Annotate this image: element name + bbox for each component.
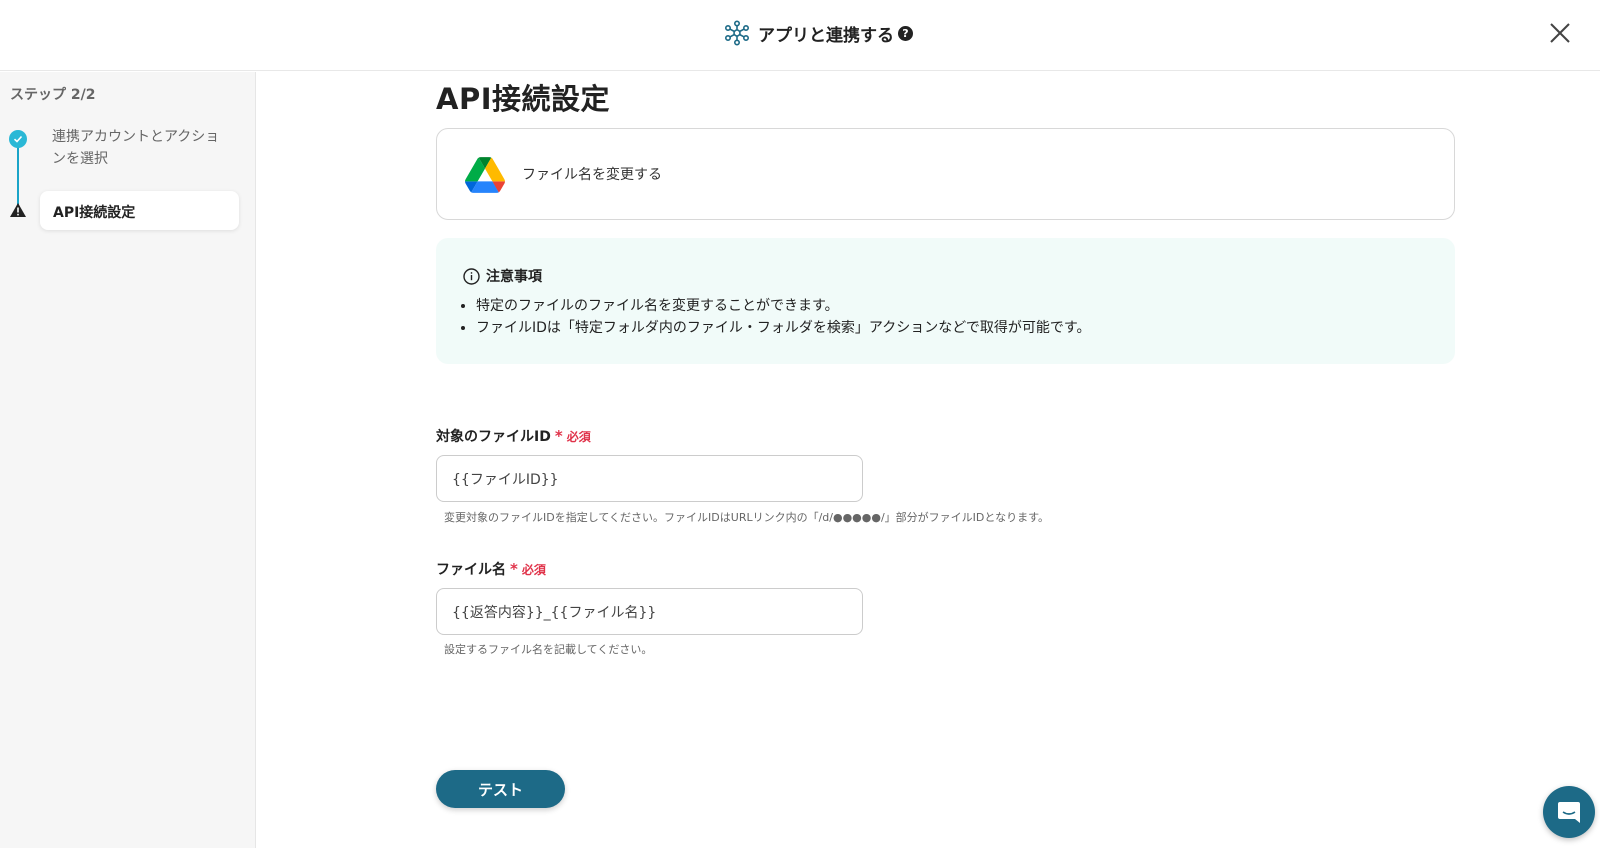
step-item-api-settings[interactable]: API接続設定: [40, 191, 239, 230]
info-circle-icon: [463, 267, 480, 285]
notice-heading-group: 注意事項: [463, 266, 542, 286]
header-title-group: アプリと連携する ?: [724, 20, 913, 46]
check-circle-icon: [9, 130, 27, 148]
action-label: ファイル名を変更する: [522, 167, 662, 183]
notice-item: 特定のファイルのファイル名を変更することができます。: [476, 295, 1091, 317]
google-drive-icon: [465, 157, 505, 193]
warning-triangle-icon: [10, 203, 26, 217]
header-title: アプリと連携する: [758, 25, 894, 46]
field-label-text: 対象のファイルID: [436, 429, 551, 445]
network-hub-icon: [724, 20, 749, 46]
file-id-input[interactable]: [436, 455, 863, 502]
field-label-file-name: ファイル名 * 必須: [436, 559, 546, 579]
close-icon[interactable]: [1548, 21, 1572, 45]
test-button[interactable]: テスト: [436, 770, 565, 808]
required-mark: *: [510, 560, 518, 578]
step-indicator: ステップ 2/2: [10, 87, 96, 103]
required-text: 必須: [521, 563, 546, 577]
file-id-help: 変更対象のファイルIDを指定してください。ファイルIDはURLリンク内の「/d/…: [444, 511, 1049, 524]
action-card: ファイル名を変更する: [436, 128, 1455, 220]
required-mark: *: [554, 427, 563, 445]
file-name-input[interactable]: [436, 588, 863, 635]
chat-bubble-icon: [1558, 802, 1580, 823]
top-bar: アプリと連携する ?: [0, 0, 1600, 71]
notice-item: ファイルIDは「特定フォルダ内のファイル・フォルダを検索」アクションなどで取得が…: [476, 317, 1091, 339]
page-title: API接続設定: [436, 82, 610, 116]
question-circle-icon[interactable]: ?: [898, 25, 913, 41]
file-name-help: 設定するファイル名を記載してください。: [444, 643, 653, 656]
steps-sidebar: ステップ 2/2 連携アカウントとアクションを選択 API接続設定: [0, 72, 256, 848]
required-text: 必須: [566, 430, 591, 444]
field-label-file-id: 対象のファイルID * 必須: [436, 426, 591, 446]
notice-heading: 注意事項: [486, 269, 542, 285]
notice-box: 注意事項 特定のファイルのファイル名を変更することができます。 ファイルIDは「…: [436, 238, 1455, 364]
field-label-text: ファイル名: [436, 562, 506, 578]
step-item-select-account[interactable]: 連携アカウントとアクションを選択: [52, 126, 232, 170]
main-content: API接続設定 ファイル名を変更する 注意事項 特定のファイルのファイル名を変更…: [256, 72, 1600, 848]
notice-list: 特定のファイルのファイル名を変更することができます。 ファイルIDは「特定フォル…: [476, 295, 1091, 339]
chat-widget-button[interactable]: [1543, 786, 1595, 838]
step-connector-line: [17, 140, 19, 210]
